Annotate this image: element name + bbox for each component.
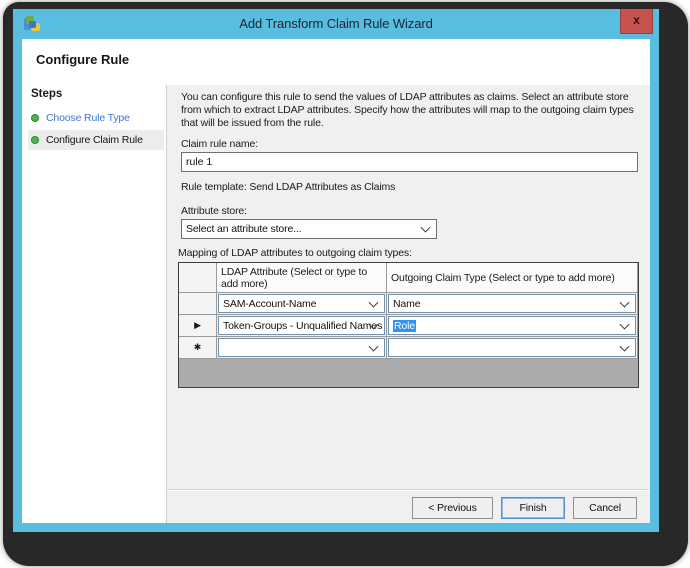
outgoing-claim-value-selected: Role (393, 320, 416, 332)
claim-rule-name-input[interactable] (181, 152, 638, 172)
outgoing-claim-cell (387, 337, 638, 359)
ldap-attribute-cell (217, 337, 387, 359)
ldap-attribute-value: SAM-Account-Name (223, 298, 316, 310)
chevron-down-icon (369, 297, 379, 307)
grid-empty-area (179, 359, 638, 387)
grid-header-row: LDAP Attribute (Select or type to add mo… (179, 263, 638, 293)
ldap-attribute-cell: Token-Groups - Unqualified Names (217, 315, 387, 337)
column-header-ldap-attribute: LDAP Attribute (Select or type to add mo… (217, 263, 387, 293)
finish-button[interactable]: Finish (501, 497, 565, 519)
ldap-attribute-select[interactable] (218, 338, 385, 357)
step-done-dot-icon (31, 136, 39, 144)
dialog-body: Configure Rule Steps Choose Rule Type Co… (22, 39, 650, 523)
outgoing-claim-select-focused[interactable]: Role (388, 316, 636, 335)
outgoing-claim-select[interactable]: Name (388, 294, 636, 313)
row-selector-cell[interactable] (179, 293, 217, 315)
ldap-attribute-select[interactable]: SAM-Account-Name (218, 294, 385, 313)
wizard-window: Add Transform Claim Rule Wizard x Config… (13, 9, 659, 532)
table-row: ▶ Token-Groups - Unqualified Names Role (179, 315, 638, 337)
attribute-store-label: Attribute store: (181, 205, 247, 217)
table-row-new: ✱ (179, 337, 638, 359)
steps-heading: Steps (31, 88, 62, 100)
ldap-attribute-select[interactable]: Token-Groups - Unqualified Names (218, 316, 385, 335)
titlebar[interactable]: Add Transform Claim Rule Wizard x (13, 9, 659, 39)
attribute-store-select[interactable]: Select an attribute store... (181, 219, 437, 239)
page-title: Configure Rule (36, 52, 129, 67)
steps-sidebar: Steps Choose Rule Type Configure Claim R… (22, 85, 166, 523)
column-header-outgoing-claim-type: Outgoing Claim Type (Select or type to a… (387, 263, 638, 293)
row-selector-cell-new[interactable]: ✱ (179, 337, 217, 359)
row-selector-cell-current[interactable]: ▶ (179, 315, 217, 337)
ldap-attribute-value: Token-Groups - Unqualified Names (223, 320, 382, 332)
attribute-store-value: Select an attribute store... (186, 223, 301, 235)
chevron-down-icon (620, 297, 630, 307)
mapping-grid: LDAP Attribute (Select or type to add mo… (178, 262, 639, 388)
outgoing-claim-select[interactable] (388, 338, 636, 357)
step-label: Choose Rule Type (46, 112, 130, 124)
ldap-attribute-cell: SAM-Account-Name (217, 293, 387, 315)
chevron-down-icon (620, 319, 630, 329)
chevron-down-icon (421, 223, 431, 233)
step-label: Configure Claim Rule (46, 134, 143, 146)
claim-rule-name-label: Claim rule name: (181, 138, 258, 150)
outgoing-claim-cell: Name (387, 293, 638, 315)
previous-button[interactable]: < Previous (412, 497, 493, 519)
footer-divider (167, 489, 650, 491)
chevron-down-icon (620, 341, 630, 351)
rule-template-text: Rule template: Send LDAP Attributes as C… (181, 181, 395, 193)
footer-buttons: < Previous Finish Cancel (412, 497, 637, 519)
outgoing-claim-value: Name (393, 298, 420, 310)
window-title: Add Transform Claim Rule Wizard (13, 16, 659, 31)
step-done-dot-icon (31, 114, 39, 122)
wizard-main: Steps Choose Rule Type Configure Claim R… (22, 85, 650, 523)
sidebar-item-choose-rule-type[interactable]: Choose Rule Type (28, 108, 164, 128)
rule-description-text: You can configure this rule to send the … (181, 91, 636, 130)
sidebar-item-configure-claim-rule[interactable]: Configure Claim Rule (28, 130, 164, 150)
chevron-down-icon (369, 341, 379, 351)
table-row: SAM-Account-Name Name (179, 293, 638, 315)
close-button[interactable]: x (620, 9, 653, 34)
content-panel: You can configure this rule to send the … (166, 85, 650, 523)
outgoing-claim-cell: Role (387, 315, 638, 337)
mapping-table-label: Mapping of LDAP attributes to outgoing c… (178, 247, 412, 259)
grid-header-selector-cell (179, 263, 217, 293)
screenshot-stage: Add Transform Claim Rule Wizard x Config… (0, 0, 690, 568)
cancel-button[interactable]: Cancel (573, 497, 637, 519)
